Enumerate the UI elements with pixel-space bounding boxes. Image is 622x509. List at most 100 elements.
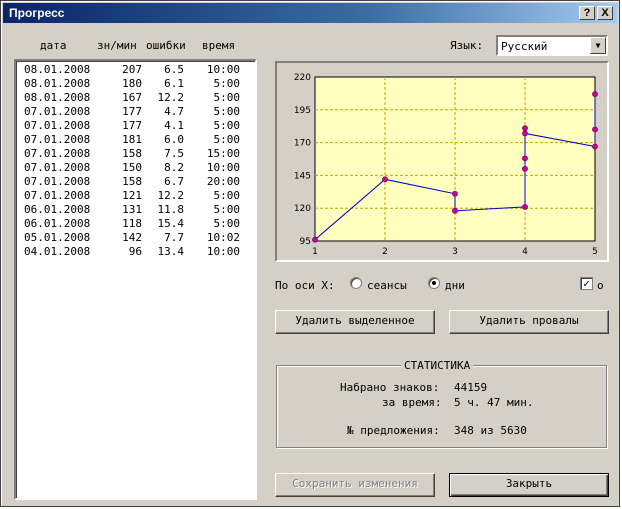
help-button[interactable]: ?	[579, 6, 595, 20]
table-row[interactable]: 07.01.2008 121 12.2 5:00	[16, 189, 255, 203]
table-row[interactable]: 08.01.2008 180 6.1 5:00	[16, 77, 255, 91]
title-bar[interactable]: Прогресс ? X	[3, 3, 617, 23]
table-row[interactable]: 06.01.2008 131 11.8 5:00	[16, 203, 255, 217]
x-tick-label: 2	[382, 247, 388, 257]
cell-errors: 6.7	[164, 175, 184, 188]
cell-speed: 158	[122, 175, 142, 188]
cell-speed: 158	[122, 147, 142, 160]
cell-time: 5:00	[213, 133, 241, 146]
table-row[interactable]: 07.01.2008 177 4.7 5:00	[16, 105, 255, 119]
cell-speed: 207	[122, 63, 142, 76]
cell-errors: 4.7	[164, 105, 184, 118]
window-title: Прогресс	[9, 6, 65, 20]
x-tick-label: 3	[452, 247, 458, 257]
cell-date: 07.01.2008	[24, 119, 91, 132]
cell-time: 5:00	[213, 105, 241, 118]
header-time: время	[202, 39, 236, 52]
table-row[interactable]: 05.01.2008 142 7.7 10:02	[16, 231, 255, 245]
cell-errors: 6.5	[164, 63, 184, 76]
statistics-title: СТАТИСТИКА	[401, 359, 474, 372]
cell-date: 04.01.2008	[24, 245, 91, 258]
data-point	[592, 126, 598, 133]
session-list[interactable]: 08.01.2008 207 6.5 10:00 08.01.2008 180 6.1 5:0…	[14, 59, 257, 500]
cell-time: 5:00	[213, 119, 241, 132]
table-row[interactable]: 04.01.2008 96 13.4 10:00	[16, 245, 255, 259]
table-row[interactable]: 07.01.2008 181 6.0 5:00	[16, 133, 255, 147]
option-checkbox-label[interactable]: о	[597, 279, 604, 292]
cell-date: 07.01.2008	[24, 147, 91, 160]
table-row[interactable]: 07.01.2008 158 7.5 15:00	[16, 147, 255, 161]
header-speed: зн/мин	[97, 39, 137, 52]
cell-time: 10:00	[206, 63, 240, 76]
y-tick-label: 195	[294, 106, 311, 116]
cell-time: 5:00	[213, 189, 241, 202]
radio-sessions[interactable]	[350, 277, 362, 289]
language-label: Язык:	[450, 39, 484, 52]
cell-speed: 96	[128, 245, 142, 258]
cell-errors: 6.0	[164, 133, 184, 146]
cell-date: 06.01.2008	[24, 203, 91, 216]
data-point	[522, 203, 528, 210]
cell-speed: 121	[122, 189, 142, 202]
cell-speed: 118	[122, 217, 142, 230]
cell-date: 08.01.2008	[24, 91, 91, 104]
table-row[interactable]: 08.01.2008 207 6.5 10:00	[16, 63, 255, 77]
cell-date: 07.01.2008	[24, 175, 91, 188]
radio-days[interactable]	[428, 277, 440, 289]
cell-errors: 12.2	[157, 91, 185, 104]
axis-mode-label: По оси X:	[275, 279, 335, 292]
cell-date: 07.01.2008	[24, 105, 91, 118]
cell-date: 08.01.2008	[24, 77, 91, 90]
close-button[interactable]: Закрыть	[449, 473, 609, 497]
cell-errors: 4.1	[164, 119, 184, 132]
cell-speed: 131	[122, 203, 142, 216]
data-point	[522, 125, 528, 132]
delete-selected-button[interactable]: Удалить выделенное	[275, 310, 435, 334]
cell-time: 10:02	[206, 231, 240, 244]
header-errors: ошибки	[146, 39, 186, 52]
data-point	[592, 143, 598, 150]
cell-speed: 142	[122, 231, 142, 244]
cell-errors: 13.4	[157, 245, 185, 258]
radio-sessions-label[interactable]: сеансы	[367, 279, 407, 292]
y-tick-label: 95	[300, 237, 311, 247]
cell-time: 5:00	[213, 203, 241, 216]
cell-time: 10:00	[206, 161, 240, 174]
close-window-button[interactable]: X	[597, 6, 613, 20]
cell-speed: 181	[122, 133, 142, 146]
cell-errors: 7.7	[164, 231, 184, 244]
chart-svg: 95 120 145 170 195 220 1 2 3 4 5	[294, 73, 598, 257]
option-checkbox[interactable]: ✓	[580, 277, 593, 290]
y-tick-label: 220	[294, 73, 311, 83]
data-point	[522, 155, 528, 162]
cell-date: 05.01.2008	[24, 231, 91, 244]
table-row[interactable]: 06.01.2008 118 15.4 5:00	[16, 217, 255, 231]
cell-date: 07.01.2008	[24, 161, 91, 174]
table-row[interactable]: 07.01.2008 150 8.2 10:00	[16, 161, 255, 175]
cell-time: 20:00	[206, 175, 240, 188]
radio-days-label[interactable]: дни	[445, 279, 465, 292]
cell-date: 06.01.2008	[24, 217, 91, 230]
y-tick-label: 120	[294, 204, 311, 214]
x-tick-label: 1	[312, 247, 318, 257]
sentence-value: 348 из 5630	[454, 424, 527, 437]
data-point	[452, 190, 458, 197]
table-row[interactable]: 08.01.2008 167 12.2 5:00	[16, 91, 255, 105]
cell-speed: 180	[122, 77, 142, 90]
cell-errors: 15.4	[157, 217, 185, 230]
check-icon: ✓	[583, 277, 590, 290]
language-value: Русский	[501, 40, 548, 53]
table-row[interactable]: 07.01.2008 177 4.1 5:00	[16, 119, 255, 133]
time-value: 5 ч. 47 мин.	[454, 396, 534, 409]
language-select[interactable]: Русский ▼	[496, 35, 608, 56]
delete-failures-button[interactable]: Удалить провалы	[449, 310, 609, 334]
cell-speed: 177	[122, 105, 142, 118]
header-date: дата	[40, 39, 67, 52]
cell-time: 5:00	[213, 77, 241, 90]
table-row[interactable]: 07.01.2008 158 6.7 20:00	[16, 175, 255, 189]
cell-speed: 177	[122, 119, 142, 132]
data-point	[452, 207, 458, 214]
x-tick-label: 5	[592, 247, 598, 257]
chevron-down-icon[interactable]: ▼	[590, 37, 606, 54]
progress-chart: 95 120 145 170 195 220 1 2 3 4 5	[275, 61, 609, 262]
